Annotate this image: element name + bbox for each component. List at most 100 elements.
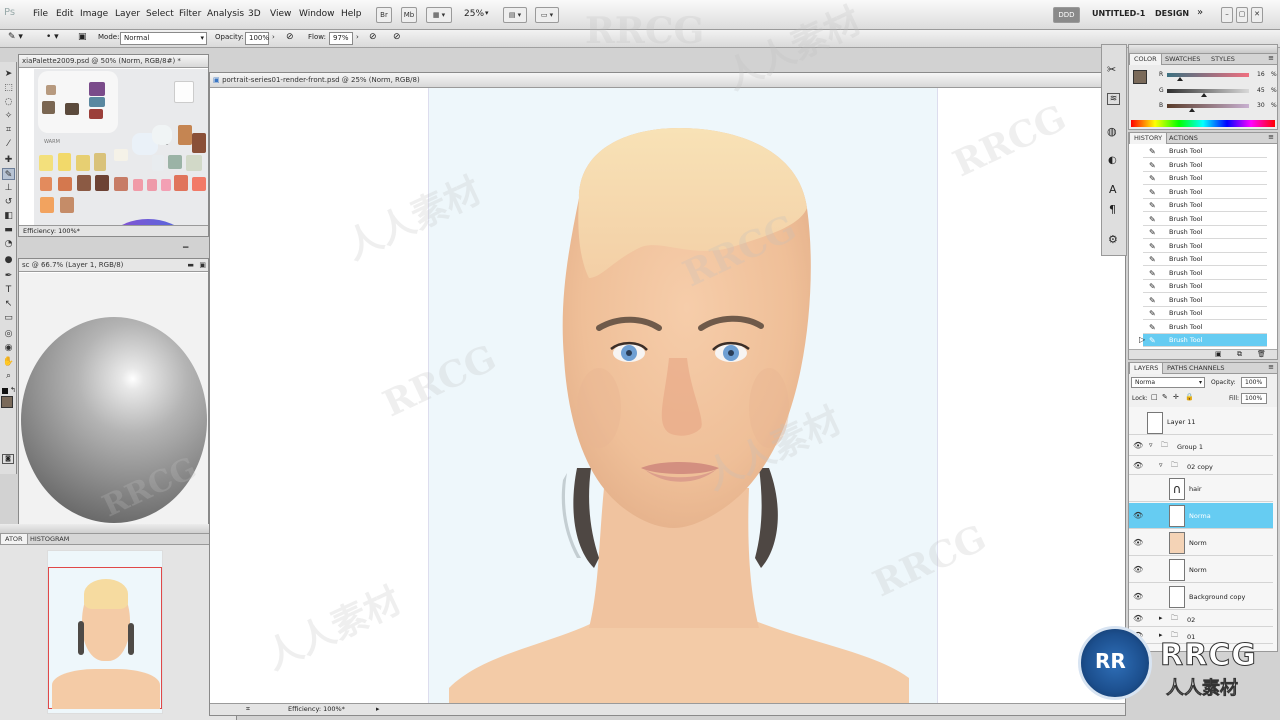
mini-bridge-button[interactable]: Mb xyxy=(401,7,417,23)
character-panel-icon[interactable]: A xyxy=(1109,183,1117,196)
palette-document-window[interactable]: xiaPalette2009.psd @ 50% (Norm, RGB/8#) … xyxy=(18,54,209,237)
green-slider[interactable] xyxy=(1167,89,1249,97)
clone-stamp-tool-icon[interactable]: ⊥ xyxy=(2,182,15,194)
arrange-documents-button[interactable]: ▤ ▾ xyxy=(503,7,527,23)
tab-histogram[interactable]: HISTOGRAM xyxy=(26,534,73,544)
red-value[interactable]: 16 xyxy=(1257,71,1265,78)
history-item[interactable]: ✎ Brush Tool xyxy=(1143,145,1267,158)
swap-colors-icon[interactable]: ↰ xyxy=(10,386,16,394)
path-selection-tool-icon[interactable]: ↖ xyxy=(2,298,15,310)
brush-preset-icon[interactable]: ✎ ▾ xyxy=(8,32,23,42)
navigator-preview[interactable] xyxy=(47,550,163,714)
menu-edit[interactable]: Edit xyxy=(56,9,73,19)
tab-channels[interactable]: CHANNELS xyxy=(1185,363,1228,374)
layer-row[interactable]: 👁 Background copy xyxy=(1129,584,1273,610)
history-item[interactable]: ✎ Brush Tool xyxy=(1143,320,1267,334)
tab-actions[interactable]: ACTIONS xyxy=(1165,133,1202,144)
delete-state-icon[interactable]: 🗑 xyxy=(1257,350,1266,358)
color-panel-menu-icon[interactable]: ≡ xyxy=(1268,54,1274,62)
adjustments-icon[interactable]: ◐ xyxy=(1108,155,1117,166)
blue-value[interactable]: 30 xyxy=(1257,102,1265,109)
workspace-untitled-label[interactable]: UNTITLED-1 xyxy=(1092,9,1145,18)
status-menu-icon[interactable]: ⌗ xyxy=(246,704,250,714)
fill-field[interactable]: 100% xyxy=(1241,393,1267,404)
workspace-switcher-button[interactable]: DDD xyxy=(1053,7,1080,23)
visibility-eye-icon[interactable]: 👁 xyxy=(1133,614,1143,623)
tablet-size-icon[interactable]: ⊘ xyxy=(393,32,401,42)
pen-tool-icon[interactable]: ✒ xyxy=(2,270,15,282)
sphere-document-window[interactable]: sc @ 66.7% (Layer 1, RGB/8) ▬ ▣ xyxy=(18,258,209,528)
document-canvas[interactable] xyxy=(428,88,938,705)
slider-thumb[interactable] xyxy=(1200,93,1207,97)
menu-file[interactable]: File xyxy=(33,9,48,19)
visibility-eye-icon[interactable]: 👁 xyxy=(1133,538,1143,547)
layer-row[interactable]: Layer 11 xyxy=(1129,409,1273,435)
main-document-title[interactable]: ▣ portrait-series01-render-front.psd @ 2… xyxy=(210,73,1125,88)
clone-source-icon[interactable]: ◍ xyxy=(1107,125,1117,138)
default-colors-icon[interactable] xyxy=(2,388,8,394)
foreground-color-swatch[interactable] xyxy=(1,396,13,408)
history-item[interactable]: ✎ Brush Tool xyxy=(1143,158,1267,172)
status-arrow-icon[interactable]: ▸ xyxy=(376,704,380,714)
restore-window-icon[interactable]: ▢ xyxy=(1236,7,1248,23)
zoom-chevron-down-icon[interactable]: ▾ xyxy=(485,9,489,17)
history-item[interactable]: ✎ Brush Tool xyxy=(1143,293,1267,307)
history-item[interactable]: ✎ Brush Tool xyxy=(1143,226,1267,239)
visibility-eye-icon[interactable]: 👁 xyxy=(1133,461,1143,470)
tab-history[interactable]: HISTORY xyxy=(1129,133,1168,144)
menu-window[interactable]: Window xyxy=(299,9,335,19)
gradient-tool-icon[interactable]: ▬ xyxy=(2,224,15,236)
history-panel-menu-icon[interactable]: ≡ xyxy=(1268,133,1274,141)
layer-row-selected[interactable]: 👁 Norma xyxy=(1129,503,1273,529)
tab-layers[interactable]: LAYERS xyxy=(1129,363,1164,374)
visibility-eye-icon[interactable]: 👁 xyxy=(1133,592,1143,601)
opacity-field[interactable]: 100% xyxy=(245,32,269,45)
shape-tool-icon[interactable]: ▭ xyxy=(2,312,15,324)
history-item[interactable]: ✎ Brush Tool xyxy=(1143,280,1267,293)
history-item[interactable]: ✎ Brush Tool xyxy=(1143,172,1267,185)
history-item[interactable]: ✎ Brush Tool xyxy=(1143,253,1267,266)
history-item[interactable]: ✎ Brush Tool xyxy=(1143,185,1267,199)
zoom-level[interactable]: 25% xyxy=(464,9,484,19)
close-window-icon[interactable]: ✕ xyxy=(1251,7,1263,23)
lasso-tool-icon[interactable]: ◌ xyxy=(2,96,15,108)
slider-thumb[interactable] xyxy=(1177,77,1184,81)
3d-rotate-tool-icon[interactable]: ◎ xyxy=(2,328,15,340)
crop-tool-icon[interactable]: ⌗ xyxy=(2,124,15,136)
menu-view[interactable]: View xyxy=(270,9,291,19)
tab-styles[interactable]: STYLES xyxy=(1207,54,1239,65)
airbrush-icon[interactable]: ⊘ xyxy=(369,32,377,42)
extras-menu-button[interactable]: ▦ ▾ xyxy=(426,7,452,23)
layer-group-row[interactable]: 👁 ▿ 🗀 Group 1 xyxy=(1129,436,1273,456)
main-canvas-area[interactable] xyxy=(210,88,1125,705)
3d-panel-icon[interactable]: ⚙ xyxy=(1108,233,1118,246)
history-item[interactable]: ✎ Brush Tool xyxy=(1143,266,1267,280)
screen-mode-button[interactable]: ▭ ▾ xyxy=(535,7,559,23)
group-expand-icon[interactable]: ▿ xyxy=(1159,461,1163,469)
quick-select-tool-icon[interactable]: ✧ xyxy=(2,110,15,122)
green-value[interactable]: 45 xyxy=(1257,87,1265,94)
group-collapsed-icon[interactable]: ▸ xyxy=(1159,614,1163,622)
lock-position-icon[interactable]: ✛ xyxy=(1173,393,1179,401)
hand-tool-icon[interactable]: ✋ xyxy=(2,356,15,368)
menu-help[interactable]: Help xyxy=(341,9,362,19)
lock-all-icon[interactable]: 🔒 xyxy=(1185,393,1194,401)
eraser-tool-icon[interactable]: ◧ xyxy=(2,210,15,222)
tab-swatches[interactable]: SWATCHES xyxy=(1161,54,1204,65)
brush-size-icon[interactable]: • ▾ xyxy=(46,32,59,42)
history-item-selected[interactable]: ✎ Brush Tool xyxy=(1143,334,1267,347)
marquee-tool-icon[interactable]: ⬚ xyxy=(2,82,15,94)
color-spectrum-bar[interactable] xyxy=(1131,120,1275,127)
tab-navigator[interactable]: ATOR xyxy=(0,534,28,544)
opacity-slider-icon[interactable]: › xyxy=(272,33,275,41)
tab-color[interactable]: COLOR xyxy=(1129,54,1162,65)
visibility-eye-icon[interactable]: 👁 xyxy=(1133,441,1143,450)
blur-tool-icon[interactable]: ◔ xyxy=(2,238,15,250)
menu-analysis[interactable]: Analysis xyxy=(207,9,244,19)
new-document-from-state-icon[interactable]: ⧉ xyxy=(1237,350,1242,359)
palette-minimize-icon[interactable]: ▁ xyxy=(183,240,188,248)
flow-field[interactable]: 97% xyxy=(329,32,353,45)
eyedropper-tool-icon[interactable]: ⁄ xyxy=(2,138,15,150)
color-foreground-swatch[interactable] xyxy=(1133,70,1147,84)
menu-image[interactable]: Image xyxy=(80,9,108,19)
